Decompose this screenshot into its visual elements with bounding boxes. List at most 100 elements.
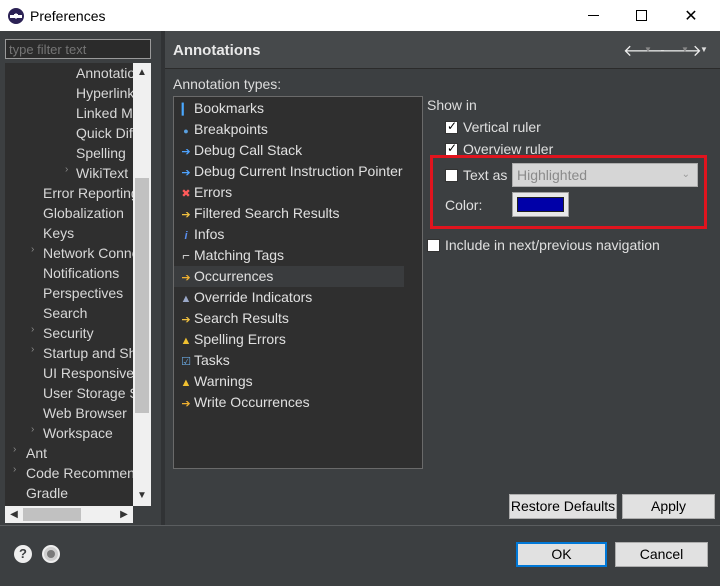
list-item-override-indicators[interactable]: ▲ Override Indicators bbox=[174, 287, 404, 308]
expand-arrow-icon[interactable]: › bbox=[31, 324, 34, 335]
expand-arrow-icon[interactable]: › bbox=[13, 444, 16, 455]
color-swatch bbox=[517, 197, 564, 212]
apply-button[interactable]: Apply bbox=[622, 494, 715, 519]
color-picker-button[interactable] bbox=[512, 192, 569, 217]
list-item-filtered-search-results[interactable]: ➔ Filtered Search Results bbox=[174, 203, 404, 224]
tree-item-ant[interactable]: Ant bbox=[26, 443, 47, 463]
list-item-bookmarks[interactable]: ▎ Bookmarks bbox=[174, 98, 404, 119]
tree-item-annotations[interactable]: Annotations bbox=[76, 63, 133, 83]
list-item-tasks[interactable]: ☑ Tasks bbox=[174, 350, 404, 371]
include-navigation-checkbox[interactable] bbox=[427, 238, 440, 252]
tree-item-spelling[interactable]: Spelling bbox=[76, 143, 126, 163]
restore-defaults-button[interactable]: Restore Defaults bbox=[509, 494, 617, 519]
list-item-occurrences[interactable]: ➔ Occurrences bbox=[174, 266, 404, 287]
list-item-label: Debug Call Stack bbox=[194, 142, 303, 158]
tree-item-label: User Storage Service bbox=[43, 385, 133, 401]
overview-ruler-checkbox[interactable] bbox=[445, 141, 458, 156]
color-label: Color: bbox=[445, 197, 483, 213]
search-result-icon: ➔ bbox=[181, 314, 191, 326]
close-button[interactable]: ✕ bbox=[668, 0, 714, 31]
tree-item-web-browser[interactable]: Web Browser bbox=[43, 403, 127, 423]
list-item-errors[interactable]: ✖ Errors bbox=[174, 182, 404, 203]
tree-item-globalization[interactable]: Globalization bbox=[43, 203, 124, 223]
expand-arrow-icon[interactable]: › bbox=[65, 164, 68, 175]
view-menu-icon[interactable]: ▼ bbox=[700, 45, 708, 54]
tree-item-hyperlinking[interactable]: Hyperlinking bbox=[76, 83, 133, 103]
scroll-left-icon[interactable]: ◀ bbox=[6, 506, 22, 523]
scroll-right-icon[interactable]: ▶ bbox=[116, 506, 132, 523]
list-item-breakpoints[interactable]: ● Breakpoints bbox=[174, 119, 404, 140]
text-style-select[interactable]: Highlighted ⌄ bbox=[512, 163, 698, 187]
occurrence-icon: ➔ bbox=[181, 398, 191, 410]
tree-vertical-scrollbar[interactable]: ▲ ▼ bbox=[133, 63, 151, 506]
list-item-spelling-errors[interactable]: ▲ Spelling Errors bbox=[174, 329, 404, 350]
expand-arrow-icon[interactable]: › bbox=[31, 424, 34, 435]
back-dropdown-icon[interactable]: ▼ bbox=[644, 45, 652, 54]
scroll-up-icon[interactable]: ▲ bbox=[133, 65, 151, 81]
list-item-debug-call-stack[interactable]: ➔ Debug Call Stack bbox=[174, 140, 404, 161]
tree-item-label: Network Connections bbox=[43, 245, 133, 261]
list-item-write-occurrences[interactable]: ➔ Write Occurrences bbox=[174, 392, 404, 413]
scroll-thumb[interactable] bbox=[23, 508, 81, 521]
tree-item-notifications[interactable]: Notifications bbox=[43, 263, 119, 283]
list-item-infos[interactable]: i Infos bbox=[174, 224, 404, 245]
tree-item-error-reporting[interactable]: Error Reporting bbox=[43, 183, 133, 203]
tree-item-code-recommenders[interactable]: Code Recommenders bbox=[26, 463, 133, 483]
tree-item-label: Perspectives bbox=[43, 285, 124, 301]
tree-horizontal-scrollbar[interactable]: ◀ ▶ bbox=[5, 506, 133, 523]
list-item-warnings[interactable]: ▲ Warnings bbox=[174, 371, 404, 392]
tree-item-label: Spelling bbox=[76, 145, 126, 161]
vertical-ruler-checkbox[interactable] bbox=[445, 119, 458, 134]
vertical-ruler-option[interactable]: Vertical ruler bbox=[445, 118, 541, 136]
tree-item-user-storage-service[interactable]: User Storage Service bbox=[43, 383, 133, 403]
tree-item-quick-diff[interactable]: Quick Diff bbox=[76, 123, 133, 143]
tree-item-startup-and-shutdown[interactable]: Startup and Shutdown bbox=[43, 343, 133, 363]
list-item-label: Infos bbox=[194, 226, 225, 242]
text-as-checkbox[interactable] bbox=[445, 168, 458, 182]
forward-dropdown-icon[interactable]: ▼ bbox=[681, 45, 689, 54]
filter-input[interactable] bbox=[5, 39, 151, 59]
tree-item-search[interactable]: Search bbox=[43, 303, 87, 323]
list-item-debug-current-instruction-pointer[interactable]: ➔ Debug Current Instruction Pointer bbox=[174, 161, 404, 182]
expand-arrow-icon[interactable]: › bbox=[13, 464, 16, 475]
help-icon[interactable]: ? bbox=[14, 545, 32, 563]
list-item-label: Matching Tags bbox=[194, 247, 285, 263]
scroll-thumb[interactable] bbox=[135, 178, 149, 413]
tree-item-ui-responsiveness[interactable]: UI Responsiveness bbox=[43, 363, 133, 383]
tree-item-gradle[interactable]: Gradle bbox=[26, 483, 68, 503]
expand-arrow-icon[interactable]: › bbox=[31, 344, 34, 355]
tree-item-label: UI Responsiveness bbox=[43, 365, 133, 381]
ok-button[interactable]: OK bbox=[516, 542, 607, 567]
tree-item-label: Keys bbox=[43, 225, 75, 241]
tree-item-network-connections[interactable]: Network Connections bbox=[43, 243, 133, 263]
scroll-corner bbox=[133, 506, 151, 523]
maximize-button[interactable] bbox=[618, 0, 664, 31]
list-item-search-results[interactable]: ➔ Search Results bbox=[174, 308, 404, 329]
tree-item-linked-mode[interactable]: Linked Mode bbox=[76, 103, 133, 123]
include-navigation-option[interactable]: Include in next/previous navigation bbox=[427, 236, 660, 254]
text-as-option[interactable]: Text as bbox=[445, 166, 507, 184]
cancel-button[interactable]: Cancel bbox=[615, 542, 708, 567]
tree-item-wikitext[interactable]: WikiText bbox=[76, 163, 128, 183]
minimize-button[interactable] bbox=[570, 0, 616, 31]
list-item-label: Occurrences bbox=[194, 268, 274, 284]
override-icon: ▲ bbox=[180, 293, 192, 305]
task-icon: ☑ bbox=[181, 356, 191, 368]
debug-arrow-icon: ➔ bbox=[181, 167, 191, 179]
list-item-matching-tags[interactable]: ⌐ Matching Tags bbox=[174, 245, 404, 266]
import-export-icon[interactable] bbox=[42, 545, 60, 563]
show-in-label: Show in bbox=[427, 97, 477, 113]
tree-item-security[interactable]: Security bbox=[43, 323, 94, 343]
scroll-down-icon[interactable]: ▼ bbox=[133, 488, 151, 504]
tree-item-label: Quick Diff bbox=[76, 125, 133, 141]
tree-item-label: Web Browser bbox=[43, 405, 127, 421]
info-icon: i bbox=[184, 230, 188, 242]
warning-icon: ▲ bbox=[180, 377, 192, 389]
list-item-label: Warnings bbox=[194, 373, 253, 389]
tree-item-perspectives[interactable]: Perspectives bbox=[43, 283, 123, 303]
window-title: Preferences bbox=[30, 7, 106, 24]
expand-arrow-icon[interactable]: › bbox=[31, 244, 34, 255]
text-as-label: Text as bbox=[463, 167, 508, 183]
tree-item-workspace[interactable]: Workspace bbox=[43, 423, 113, 443]
tree-item-keys[interactable]: Keys bbox=[43, 223, 74, 243]
